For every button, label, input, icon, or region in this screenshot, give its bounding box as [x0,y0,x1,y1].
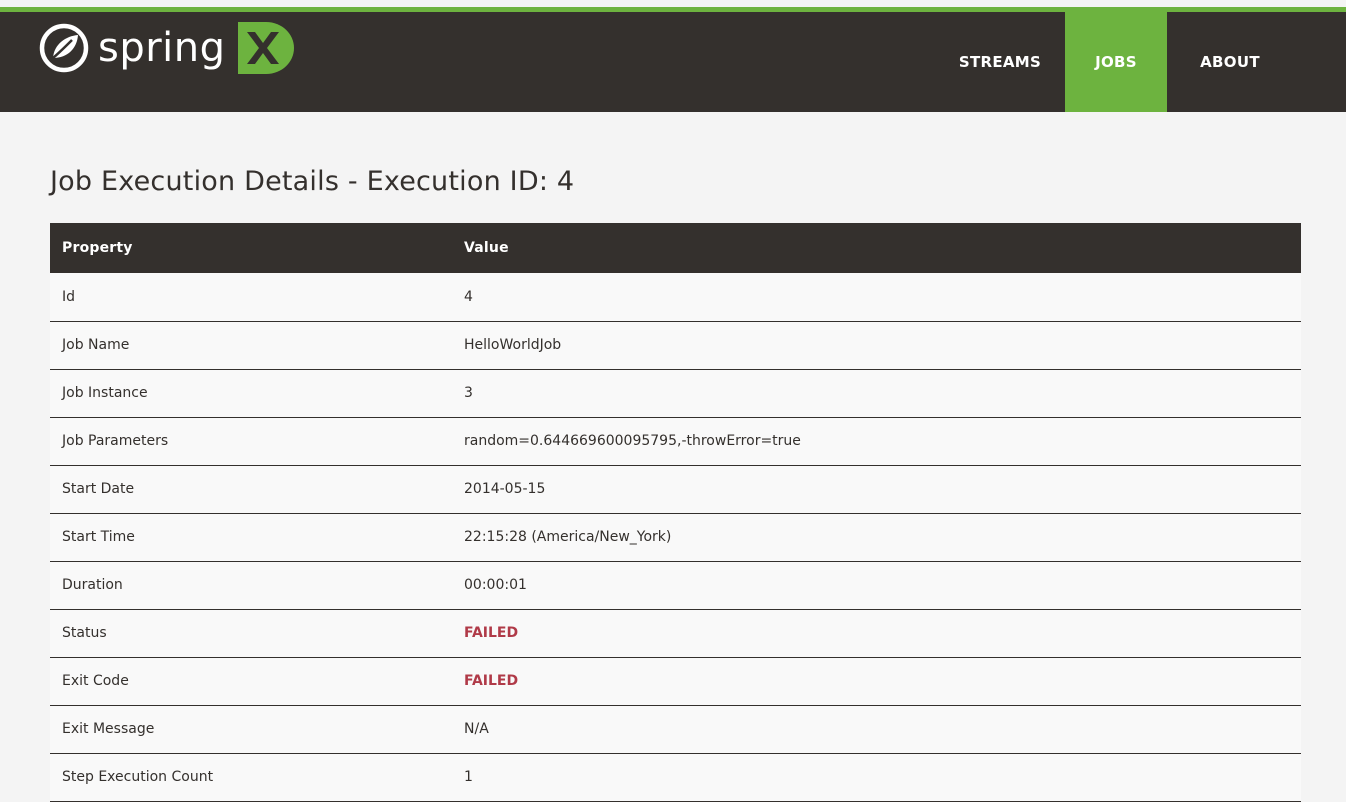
value-cell: 3 [464,385,473,401]
property-cell: Step Execution Count [62,769,214,785]
table-row: Job Name HelloWorldJob [50,321,1301,369]
job-execution-details-table: Property Value Id 4 Job Name HelloWorldJ… [50,223,1301,802]
nav-item-about[interactable]: ABOUT [1167,12,1293,112]
table-header-row: Property Value [50,223,1301,273]
table-row: Exit Message N/A [50,705,1301,753]
value-cell: random=0.644669600095795,-throwError=tru… [464,433,801,449]
nav-item-jobs[interactable]: JOBS [1065,12,1167,112]
exit-code-value-failed: FAILED [464,673,519,689]
spring-xd-x-icon [237,22,294,74]
property-cell: Job Instance [62,385,148,401]
value-cell: N/A [464,721,489,737]
property-cell: Exit Message [62,721,155,737]
status-value-failed: FAILED [464,625,519,641]
table-row: Job Parameters random=0.644669600095795,… [50,417,1301,465]
property-cell: Exit Code [62,673,129,689]
main-nav: STREAMS JOBS ABOUT [935,12,1293,112]
top-accent-strip [0,0,1346,12]
table-row: Status FAILED [50,609,1301,657]
table-row: Start Time 22:15:28 (America/New_York) [50,513,1301,561]
brand-logo[interactable]: spring [38,22,294,74]
page-title: Job Execution Details - Execution ID: 4 [50,166,575,197]
value-cell: 1 [464,769,473,785]
property-cell: Duration [62,577,123,593]
property-cell: Start Time [62,529,135,545]
navbar: spring STREAMS JOBS ABOUT [0,12,1346,112]
value-cell: HelloWorldJob [464,337,562,353]
table-row: Start Date 2014-05-15 [50,465,1301,513]
property-cell: Start Date [62,481,135,497]
property-cell: Job Parameters [62,433,169,449]
value-cell: 00:00:01 [464,577,527,593]
brand-name: spring [98,25,226,71]
property-cell: Status [62,625,107,641]
table-row: Id 4 [50,273,1301,321]
table-row: Duration 00:00:01 [50,561,1301,609]
value-cell: 22:15:28 (America/New_York) [464,529,672,545]
table-row: Step Execution Count 1 [50,753,1301,801]
column-header-property: Property [62,240,133,256]
table-row: Job Instance 3 [50,369,1301,417]
table-row: Exit Code FAILED [50,657,1301,705]
value-cell: 4 [464,288,473,305]
spring-leaf-icon [39,23,89,73]
nav-item-streams[interactable]: STREAMS [935,12,1065,112]
property-cell: Id [62,288,76,305]
column-header-value: Value [464,240,509,256]
value-cell: 2014-05-15 [464,481,546,497]
property-cell: Job Name [62,337,130,353]
